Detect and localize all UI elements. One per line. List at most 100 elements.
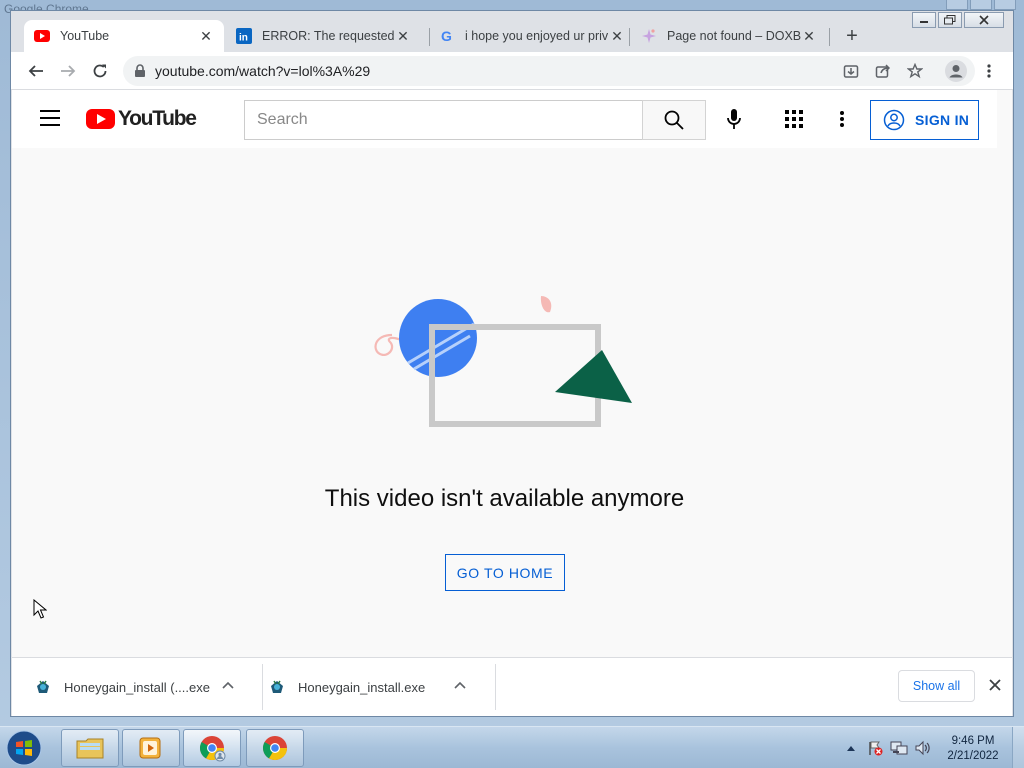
google-favicon: G — [441, 28, 452, 44]
close-download-shelf-button[interactable] — [986, 676, 1004, 694]
reload-button[interactable] — [87, 58, 113, 84]
share-icon[interactable] — [874, 62, 892, 80]
tray-chevron-up-icon — [847, 746, 855, 751]
tab-youtube[interactable]: YouTube ✕ — [24, 20, 224, 52]
hamburger-menu-icon[interactable] — [40, 110, 60, 126]
volume-icon[interactable] — [914, 739, 932, 757]
sign-in-label: SIGN IN — [915, 112, 970, 128]
download-item[interactable]: Honeygain_install (....exe — [34, 665, 252, 709]
back-button[interactable] — [23, 58, 49, 84]
folder-icon — [76, 738, 104, 759]
clock-date: 2/21/2022 — [947, 750, 999, 762]
url-text[interactable]: youtube.com/watch?v=lol%3A%29 — [155, 63, 370, 79]
pink-petal-shape — [540, 296, 552, 313]
minimize-icon — [920, 21, 928, 23]
restore-button[interactable] — [938, 12, 962, 28]
video-unavailable-illustration — [374, 296, 632, 427]
action-center-icon[interactable] — [866, 739, 884, 757]
tab-close-icon[interactable]: ✕ — [198, 28, 214, 45]
taskbar-media-player-button[interactable] — [122, 729, 180, 767]
system-tray — [842, 733, 932, 763]
minimize-button[interactable] — [912, 12, 936, 28]
youtube-wordmark: YouTube — [118, 107, 197, 130]
search-input[interactable]: Search — [244, 100, 643, 140]
apps-grid-icon — [785, 110, 803, 128]
youtube-header: YouTube Search SIGN IN — [12, 90, 997, 148]
download-separator — [262, 664, 263, 710]
settings-menu-button[interactable] — [830, 107, 854, 131]
profile-avatar-icon — [945, 60, 967, 82]
network-icon[interactable] — [890, 739, 908, 757]
kebab-menu-icon — [987, 64, 991, 78]
windows-start-orb-icon — [6, 730, 42, 766]
chevron-up-icon[interactable] — [454, 681, 466, 689]
tab-linkedin-error[interactable]: in ERROR: The requested UR ✕ — [226, 20, 421, 52]
microphone-icon — [727, 109, 741, 129]
honeygain-icon — [271, 680, 283, 693]
taskbar-chrome-button[interactable] — [246, 729, 304, 767]
download-item[interactable]: Honeygain_install.exe — [268, 665, 486, 709]
taskbar-chrome-user-button[interactable] — [183, 729, 241, 767]
tab-separator — [629, 28, 630, 46]
profile-button[interactable] — [943, 58, 969, 84]
download-filename: Honeygain_install (....exe — [64, 679, 210, 695]
show-all-downloads-button[interactable]: Show all — [898, 670, 975, 702]
svg-text:in: in — [239, 33, 248, 44]
show-hidden-icons-button[interactable] — [842, 739, 860, 757]
reload-icon — [93, 64, 107, 78]
address-bar[interactable]: youtube.com/watch?v=lol%3A%29 — [123, 56, 975, 86]
browser-toolbar: youtube.com/watch?v=lol%3A%29 — [11, 52, 1013, 90]
taskbar-file-explorer-button[interactable] — [61, 729, 119, 767]
close-icon — [979, 15, 989, 25]
chrome-profile-icon — [199, 736, 226, 762]
forward-arrow-icon — [61, 65, 76, 77]
window-controls — [910, 12, 1004, 28]
tab-doxbo[interactable]: Page not found – DOXBO ✕ — [631, 20, 827, 52]
sign-in-button[interactable]: SIGN IN — [870, 100, 979, 140]
media-player-icon — [139, 737, 161, 759]
bookmark-star-icon[interactable] — [906, 62, 924, 80]
youtube-logo[interactable]: YouTube — [86, 107, 197, 131]
restore-icon — [944, 15, 956, 25]
search-button[interactable] — [642, 100, 706, 140]
close-window-button[interactable] — [964, 12, 1004, 28]
go-to-home-button[interactable]: GO TO HOME — [445, 554, 565, 591]
youtube-page: YouTube Search SIGN IN This video isn't … — [12, 90, 1012, 657]
chrome-window: YouTube ✕ in ERROR: The requested UR ✕ G… — [10, 10, 1014, 717]
chevron-up-icon[interactable] — [222, 681, 234, 689]
background-window-controls — [946, 0, 1016, 10]
kebab-menu-icon — [840, 111, 844, 127]
mouse-cursor-icon — [33, 599, 47, 619]
voice-search-button[interactable] — [722, 107, 746, 131]
new-tab-button[interactable]: + — [841, 26, 863, 46]
chrome-menu-button[interactable] — [976, 58, 1002, 84]
unavailable-message: This video isn't available anymore — [324, 485, 685, 512]
youtube-favicon — [34, 30, 50, 42]
clock-time: 9:46 PM — [951, 735, 995, 747]
honeygain-icon — [37, 680, 49, 693]
show-desktop-button[interactable] — [1012, 727, 1024, 768]
start-button[interactable] — [4, 729, 44, 767]
search-icon — [664, 110, 684, 130]
tab-title: YouTube — [60, 29, 110, 43]
lock-icon[interactable] — [131, 62, 149, 80]
green-triangle-shape — [555, 350, 632, 403]
install-app-icon[interactable] — [842, 62, 860, 80]
tab-close-icon[interactable]: ✕ — [395, 28, 411, 45]
tab-close-icon[interactable]: ✕ — [609, 28, 625, 45]
apps-grid-button[interactable] — [782, 107, 806, 131]
tab-title: ERROR: The requested UR — [262, 29, 395, 43]
chrome-icon — [262, 736, 287, 761]
close-icon — [989, 679, 1001, 691]
forward-button[interactable] — [55, 58, 81, 84]
youtube-play-logo-icon — [86, 109, 115, 129]
sparkle-favicon — [642, 29, 656, 43]
tab-title: i hope you enjoyed ur priv — [465, 29, 609, 43]
windows-taskbar: 9:46 PM 2/21/2022 — [0, 726, 1024, 768]
tab-strip: YouTube ✕ in ERROR: The requested UR ✕ G… — [11, 11, 1013, 52]
download-filename: Honeygain_install.exe — [298, 679, 426, 695]
account-circle-icon — [883, 109, 905, 131]
tab-close-icon[interactable]: ✕ — [801, 28, 817, 45]
taskbar-clock[interactable]: 9:46 PM 2/21/2022 — [940, 734, 1006, 764]
tab-google[interactable]: G i hope you enjoyed ur priv ✕ — [429, 20, 635, 52]
